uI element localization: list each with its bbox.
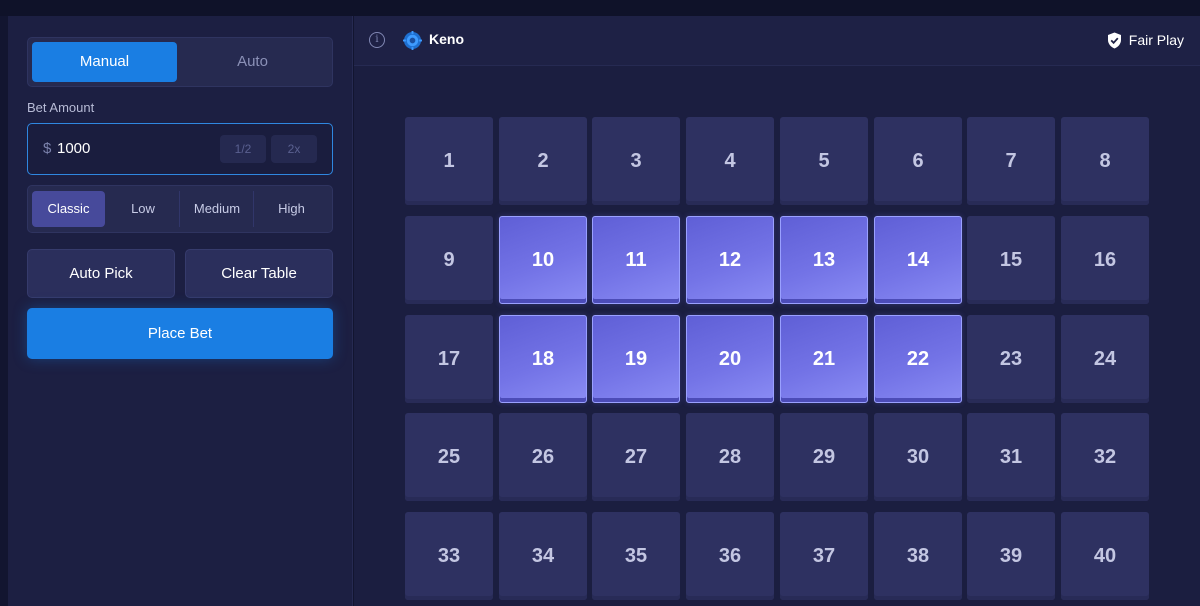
keno-tile-3[interactable]: 3 [592, 117, 680, 205]
keno-tile-29[interactable]: 29 [780, 413, 868, 501]
game-area: i Keno Fair Play 1 2 3 4 5 6 7 8 9 10 11 12 13 14 15 16… [354, 16, 1200, 606]
keno-tile-4[interactable]: 4 [686, 117, 774, 205]
fair-play-button[interactable]: Fair Play [1107, 30, 1184, 50]
keno-tile-15[interactable]: 15 [967, 216, 1055, 304]
keno-tile-30[interactable]: 30 [874, 413, 962, 501]
keno-tile-28[interactable]: 28 [686, 413, 774, 501]
keno-tile-10[interactable]: 10 [499, 216, 587, 304]
risk-high-button[interactable]: High [255, 191, 328, 227]
keno-tile-19[interactable]: 19 [592, 315, 680, 403]
keno-tile-9[interactable]: 9 [405, 216, 493, 304]
keno-tile-6[interactable]: 6 [874, 117, 962, 205]
keno-tile-20[interactable]: 20 [686, 315, 774, 403]
manual-mode-tab[interactable]: Manual [32, 42, 177, 82]
keno-tile-21[interactable]: 21 [780, 315, 868, 403]
risk-low-button[interactable]: Low [107, 191, 180, 227]
keno-tile-17[interactable]: 17 [405, 315, 493, 403]
keno-tile-1[interactable]: 1 [405, 117, 493, 205]
keno-gem-icon [403, 31, 422, 50]
keno-tile-33[interactable]: 33 [405, 512, 493, 600]
keno-tile-8[interactable]: 8 [1061, 117, 1149, 205]
keno-tile-37[interactable]: 37 [780, 512, 868, 600]
bet-sidebar: Manual Auto Bet Amount $ 1000 1/2 2x Cla… [8, 16, 353, 606]
keno-tile-35[interactable]: 35 [592, 512, 680, 600]
game-header: i Keno Fair Play [354, 16, 1200, 66]
keno-tile-32[interactable]: 32 [1061, 413, 1149, 501]
fair-play-label: Fair Play [1128, 32, 1184, 48]
keno-tile-24[interactable]: 24 [1061, 315, 1149, 403]
keno-tile-23[interactable]: 23 [967, 315, 1055, 403]
mode-switch: Manual Auto [27, 37, 333, 87]
auto-mode-tab[interactable]: Auto [180, 42, 325, 82]
shield-check-icon [1107, 32, 1121, 48]
keno-tile-36[interactable]: 36 [686, 512, 774, 600]
keno-tile-26[interactable]: 26 [499, 413, 587, 501]
keno-tile-40[interactable]: 40 [1061, 512, 1149, 600]
keno-board: 1 2 3 4 5 6 7 8 9 10 11 12 13 14 15 16 17 18 19 20 21 22 23 24 2… [405, 117, 1149, 606]
top-strip [0, 0, 1200, 16]
double-bet-button[interactable]: 2x [271, 135, 317, 163]
bet-amount-value[interactable]: 1000 [57, 140, 90, 157]
keno-tile-2[interactable]: 2 [499, 117, 587, 205]
half-bet-button[interactable]: 1/2 [220, 135, 266, 163]
keno-tile-18[interactable]: 18 [499, 315, 587, 403]
bet-amount-label: Bet Amount [27, 100, 95, 115]
keno-tile-22[interactable]: 22 [874, 315, 962, 403]
keno-tile-39[interactable]: 39 [967, 512, 1055, 600]
keno-tile-5[interactable]: 5 [780, 117, 868, 205]
keno-tile-38[interactable]: 38 [874, 512, 962, 600]
keno-tile-25[interactable]: 25 [405, 413, 493, 501]
keno-tile-27[interactable]: 27 [592, 413, 680, 501]
keno-tile-34[interactable]: 34 [499, 512, 587, 600]
keno-tile-16[interactable]: 16 [1061, 216, 1149, 304]
keno-tile-31[interactable]: 31 [967, 413, 1055, 501]
risk-classic-button[interactable]: Classic [32, 191, 105, 227]
clear-table-button[interactable]: Clear Table [185, 249, 333, 298]
risk-medium-button[interactable]: Medium [181, 191, 254, 227]
place-bet-button[interactable]: Place Bet [27, 308, 333, 359]
info-icon[interactable]: i [369, 32, 385, 48]
auto-pick-button[interactable]: Auto Pick [27, 249, 175, 298]
keno-tile-13[interactable]: 13 [780, 216, 868, 304]
game-title: Keno [429, 31, 464, 47]
bet-amount-field[interactable]: $ 1000 1/2 2x [27, 123, 333, 175]
keno-tile-12[interactable]: 12 [686, 216, 774, 304]
currency-symbol: $ [43, 140, 52, 157]
keno-tile-14[interactable]: 14 [874, 216, 962, 304]
keno-tile-7[interactable]: 7 [967, 117, 1055, 205]
risk-selector: Classic Low Medium High [27, 185, 333, 233]
keno-tile-11[interactable]: 11 [592, 216, 680, 304]
